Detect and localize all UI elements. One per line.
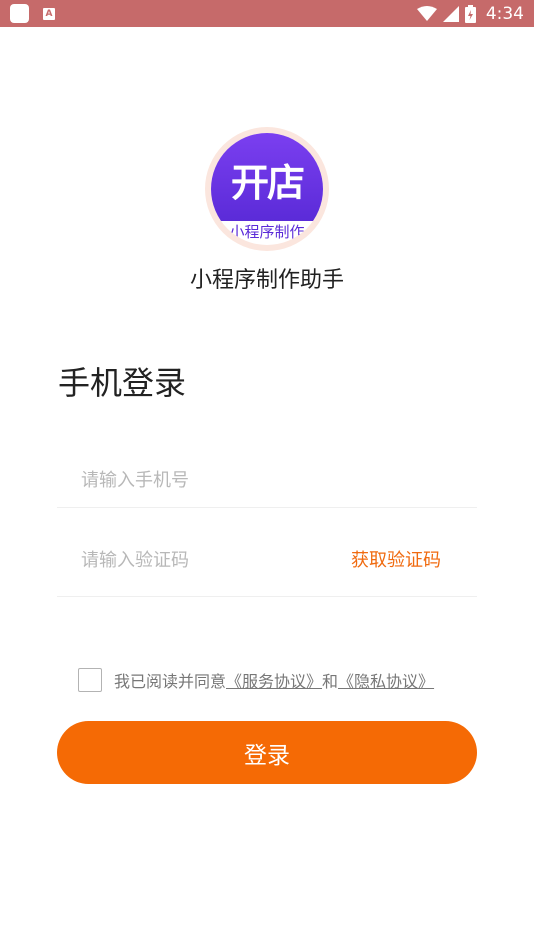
get-code-button[interactable]: 获取验证码: [351, 546, 441, 572]
signal-icon: [442, 5, 459, 22]
status-time: 4:34: [485, 3, 524, 24]
agreement-row: 我已阅读并同意 《服务协议》 和 《隐私协议》: [78, 668, 434, 692]
login-button[interactable]: 登录: [57, 721, 477, 784]
app-icon: [10, 4, 29, 23]
logo-main-text: 开店: [230, 160, 305, 205]
service-agreement-link[interactable]: 《服务协议》: [226, 668, 322, 692]
phone-input[interactable]: [81, 462, 331, 498]
verification-code-input[interactable]: [81, 542, 331, 578]
wifi-icon: [416, 5, 437, 21]
status-bar: A 4:34: [0, 0, 534, 27]
agreement-prefix: 我已阅读并同意: [114, 672, 227, 691]
agreement-checkbox[interactable]: [78, 668, 102, 692]
app-logo: 开店 小程序制作: [205, 127, 329, 251]
battery-icon: [464, 4, 476, 23]
logo-sub-text: 小程序制作: [229, 223, 305, 241]
page-title: 手机登录: [58, 364, 187, 402]
agreement-and: 和: [322, 672, 339, 691]
app-name: 小程序制作助手: [189, 268, 344, 293]
privacy-agreement-link[interactable]: 《隐私协议》: [338, 668, 434, 692]
a-notification-icon: A: [43, 7, 55, 20]
code-field: 获取验证码: [57, 530, 477, 597]
phone-field: [57, 448, 477, 508]
